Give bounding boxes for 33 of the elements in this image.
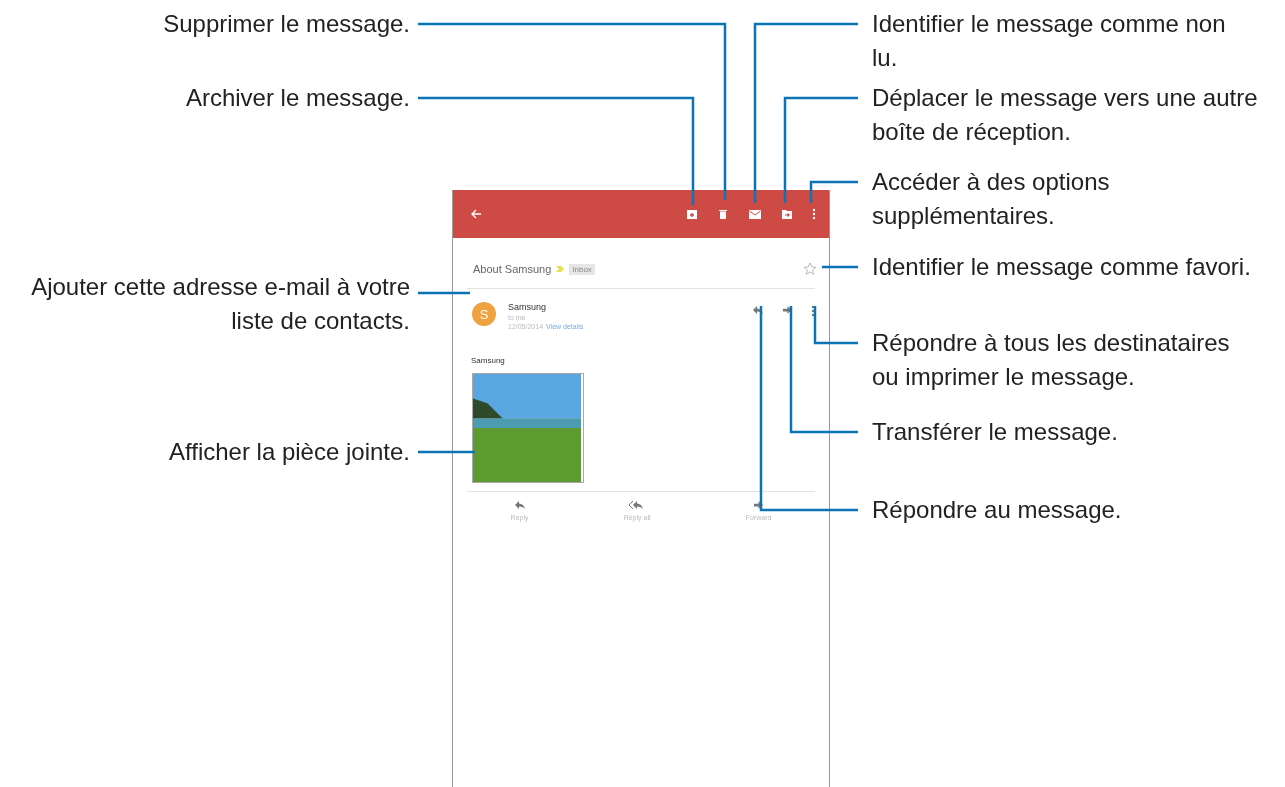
callout-text: Identifier le message comme favori. [872,252,1252,282]
callout-text: Transférer le message. [872,417,1119,447]
callout-text: Supprimer le message. [162,9,410,39]
callout-text: Afficher la pièce jointe. [167,437,410,467]
back-arrow-icon[interactable] [470,208,482,220]
reply-all-icon [629,500,646,510]
callout-text: Répondre au message. [872,495,1123,525]
archive-icon[interactable] [686,208,698,220]
callout-text: Ajouter cette adresse e-mail à votre liste de contacts. [30,272,410,336]
callout-text: Archiver le message. [184,83,410,113]
sender-name: Samsung [508,302,548,312]
folder-move-icon[interactable] [781,208,793,220]
callout-text: Déplacer le message vers une autre boîte de réception. [872,83,1259,147]
more-options-icon[interactable] [811,305,815,317]
mail-icon[interactable] [748,208,762,220]
leader-line [418,291,470,295]
inbox-label: Inbox [569,263,595,275]
callout-text: Identifier le message comme non lu. [872,9,1227,73]
star-icon[interactable] [803,262,817,276]
reply-icon[interactable] [752,305,764,315]
forward-icon[interactable] [782,305,793,315]
leader-line [822,265,858,269]
email-subject: About Samsung [473,263,552,275]
message-body: Samsung [470,355,506,365]
reply-icon [513,500,526,510]
avatar[interactable]: S [472,302,496,326]
callout-text: Répondre à tous les destinataires ou imprimer le message. [872,328,1231,392]
trash-icon[interactable] [717,208,729,220]
callout-text: Accéder à des options supplémentaires. [872,167,1111,231]
importance-marker-icon [556,265,565,273]
landscape-photo[interactable] [472,373,584,483]
leader-line [418,450,475,454]
more-options-icon[interactable] [812,208,816,220]
